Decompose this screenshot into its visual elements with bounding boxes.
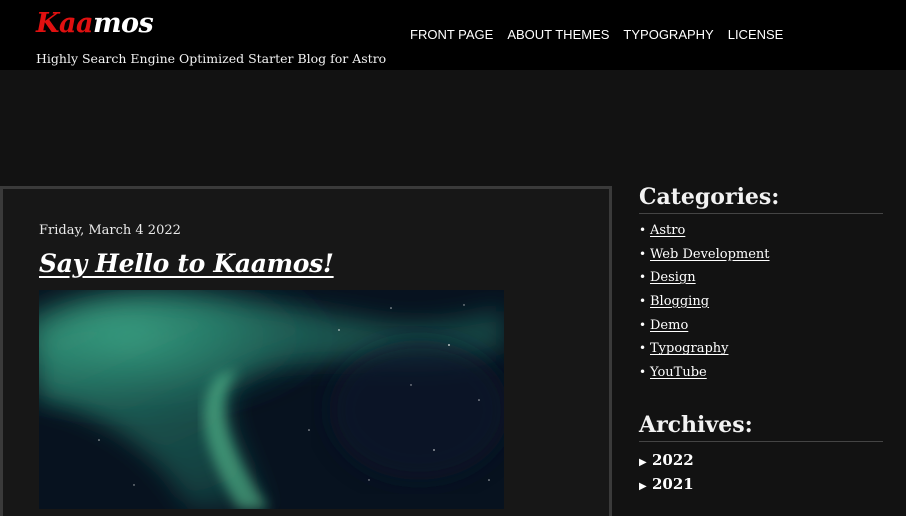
archive-year-label: 2021 [652,475,694,493]
category-item: • Design [639,266,770,290]
post-date: Friday, March 4 2022 [39,223,181,238]
bullet-icon: • [639,270,647,285]
site-header: Kaamos Highly Search Engine Optimized St… [0,0,906,70]
category-item: • Blogging [639,290,770,314]
bullet-icon: • [639,294,647,309]
site-tagline: Highly Search Engine Optimized Starter B… [36,51,387,66]
bullet-icon: • [639,317,647,332]
category-link-typography[interactable]: Typography [650,341,729,356]
bullet-icon: • [639,341,647,356]
bullet-icon: • [639,246,647,261]
category-item: • Typography [639,337,770,361]
category-link-design[interactable]: Design [650,270,696,285]
category-item: • YouTube [639,361,770,385]
archives-heading: Archives: [639,412,883,442]
archive-list: ▶ 2022 ▶ 2021 [639,448,694,496]
category-item: • Astro [639,219,770,243]
category-link-youtube[interactable]: YouTube [650,365,707,380]
bullet-icon: • [639,223,647,237]
nav-typography[interactable]: TYPOGRAPHY [623,26,713,44]
archive-year-label: 2022 [652,451,694,469]
nav-front-page[interactable]: FRONT PAGE [410,26,493,44]
category-link-demo[interactable]: Demo [650,318,688,333]
archive-year-2022[interactable]: ▶ 2022 [639,448,694,472]
nav-license[interactable]: LICENSE [728,26,784,44]
categories-heading: Categories: [639,184,883,214]
archive-year-2021[interactable]: ▶ 2021 [639,472,694,496]
category-list: • Astro • Web Development • Design • Bloggin… [639,219,770,385]
category-item: • Web Development [639,243,770,267]
aurora-image [39,290,504,509]
site-logo[interactable]: Kaamos [36,7,154,41]
main-nav: FRONT PAGE ABOUT THEMES TYPOGRAPHY LICEN… [410,26,797,44]
logo-text-white: mos [92,8,154,39]
post-title-link[interactable]: Say Hello to Kaamos! [39,249,334,278]
category-link-web-development[interactable]: Web Development [650,247,770,262]
post-featured-image[interactable] [39,290,504,509]
category-item: • Demo [639,314,770,338]
nav-about-themes[interactable]: ABOUT THEMES [507,26,609,44]
logo-text-red: Kaa [36,8,93,39]
category-link-astro[interactable]: Astro [650,223,685,238]
category-link-blogging[interactable]: Blogging [650,294,709,309]
disclosure-triangle-icon: ▶ [639,481,647,492]
bullet-icon: • [639,365,647,380]
